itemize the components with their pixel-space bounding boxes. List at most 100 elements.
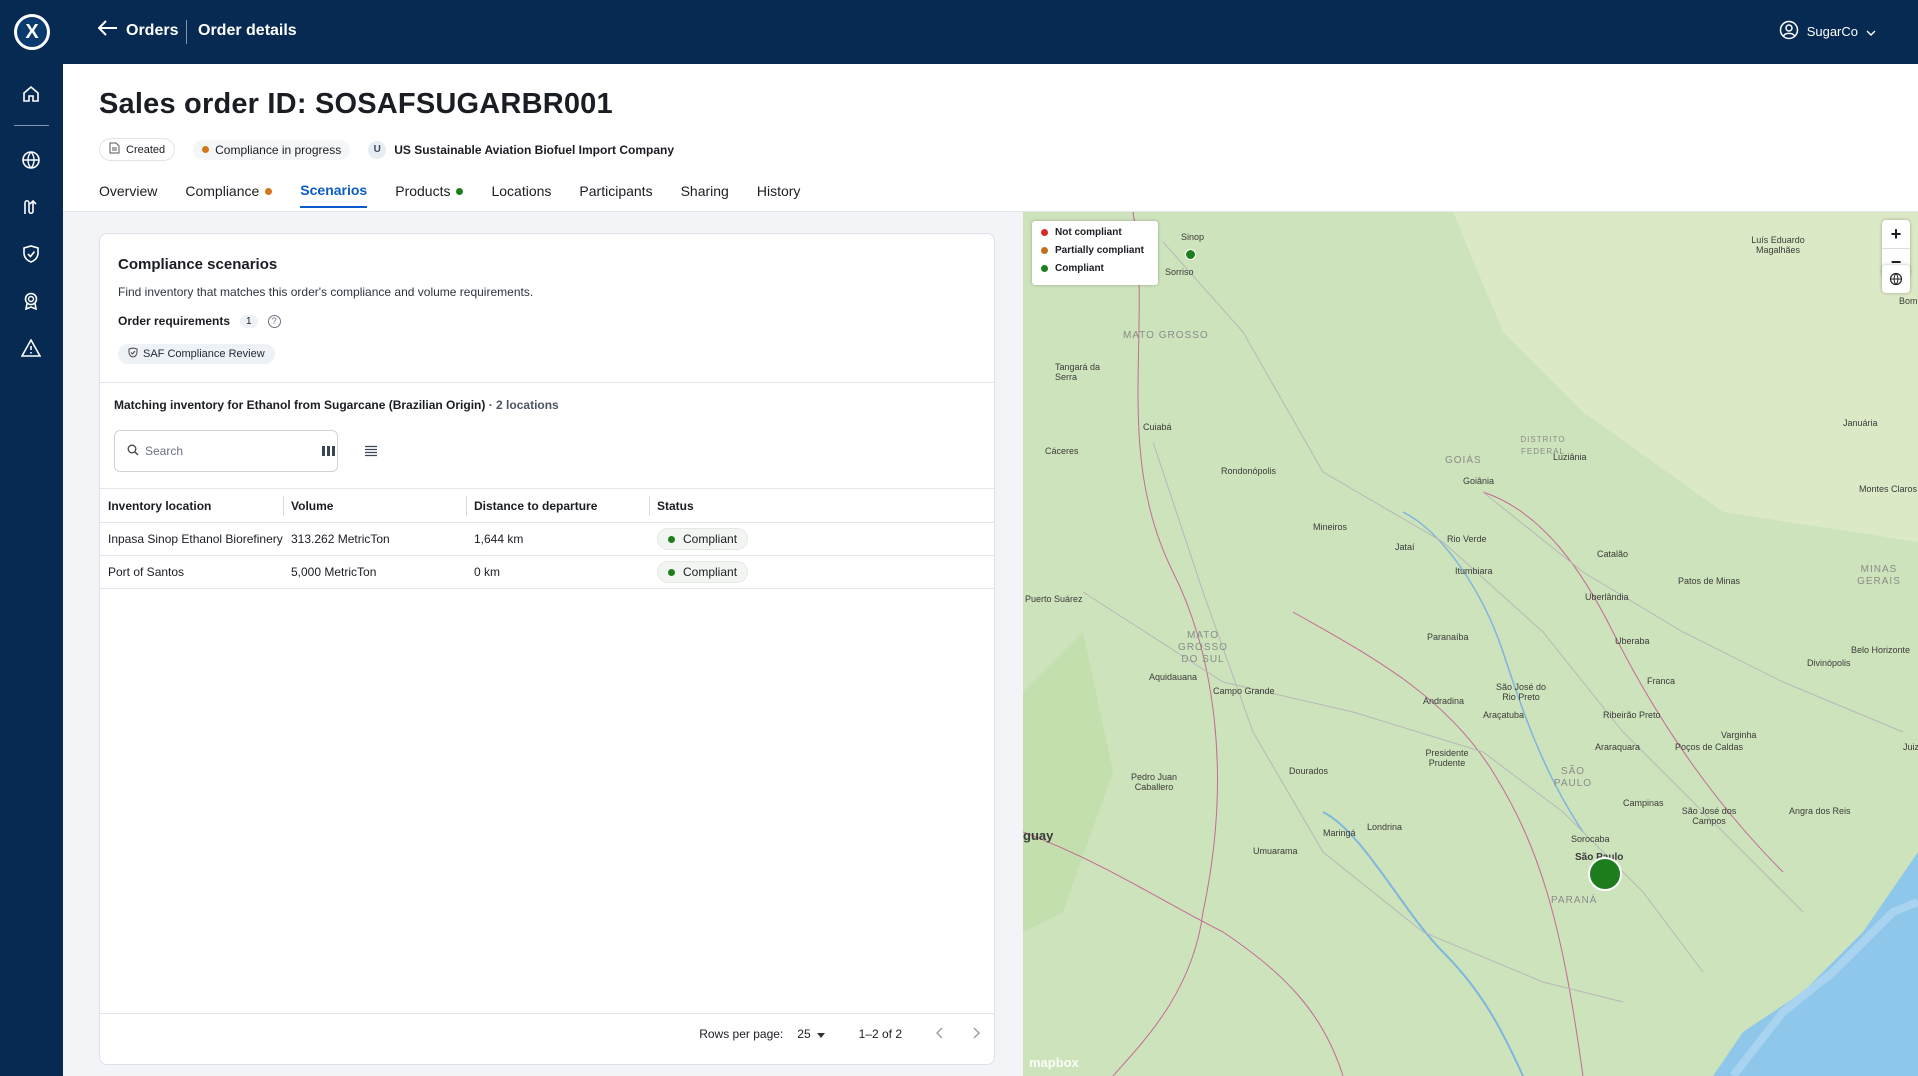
compliance-scenarios-card: Compliance scenarios Find inventory that…: [99, 233, 995, 1065]
map-place-label: Montes Claros: [1859, 484, 1918, 494]
status-dot: [202, 146, 210, 153]
home-icon[interactable]: [18, 81, 44, 107]
map-place-label: Mineiros: [1313, 522, 1348, 532]
column-header[interactable]: Volume: [283, 488, 466, 523]
column-header-label: Volume: [291, 498, 334, 513]
map-place-label: Campo Grande: [1213, 686, 1275, 696]
map-state-label: PARANÁ: [1551, 895, 1598, 906]
page-range: 1–2 of 2: [858, 1027, 902, 1041]
order-status-row: Created Compliance in progress U US Sust…: [99, 138, 674, 161]
list-view-icon[interactable]: [361, 441, 381, 461]
content-area: Compliance scenarios Find inventory that…: [63, 212, 1023, 1076]
search-input[interactable]: Search: [114, 430, 338, 472]
breadcrumb-divider: [186, 20, 187, 44]
map-place-label: Puerto Suárez: [1025, 594, 1083, 604]
status-label: Compliant: [683, 565, 738, 579]
pagination: Rows per page: 25 1–2 of 2: [699, 1026, 981, 1042]
map-place-label: Itumbiara: [1455, 566, 1493, 576]
column-header[interactable]: Status: [649, 488, 994, 523]
tab-label: Scenarios: [300, 182, 368, 198]
map-state-label: GOIÁS: [1445, 455, 1482, 466]
map-place-label: Araraquara: [1595, 742, 1641, 752]
map-place-label: São José do Rio Preto: [1495, 682, 1547, 702]
legend-item: Compliant: [1041, 263, 1149, 274]
back-to-orders-link[interactable]: Orders: [97, 20, 178, 41]
zoom-in-button[interactable]: +: [1882, 220, 1910, 248]
requirement-chip[interactable]: SAF Compliance Review: [118, 344, 275, 364]
status-badge: Compliant: [657, 528, 749, 550]
tab-history[interactable]: History: [757, 182, 801, 208]
route-icon[interactable]: [18, 194, 44, 220]
map-legend: Not compliant Partially compliant Compli…: [1032, 221, 1158, 285]
user-icon: [1779, 20, 1799, 43]
columns-view-icon[interactable]: [319, 441, 339, 461]
legend-label: Compliant: [1055, 263, 1104, 274]
previous-page-icon[interactable]: [935, 1026, 944, 1042]
tab-locations[interactable]: Locations: [491, 182, 551, 208]
app-logo[interactable]: X: [14, 14, 50, 50]
map-place-label: Belo Horizonte: [1851, 645, 1911, 655]
shield-check-icon: [128, 347, 138, 361]
mapbox-attribution[interactable]: mapbox: [1029, 1055, 1079, 1070]
map-place-label: Sorriso: [1165, 267, 1194, 277]
column-header[interactable]: Distance to departure: [466, 488, 649, 523]
tab-products[interactable]: Products: [395, 182, 464, 208]
map-place-label: Januária: [1843, 418, 1878, 428]
column-separator: [283, 496, 284, 516]
map-place-label: Pedro Juan Caballero: [1130, 772, 1178, 792]
tab-scenarios[interactable]: Scenarios: [300, 182, 368, 208]
rows-per-page-value: 25: [797, 1027, 811, 1041]
tab-compliance[interactable]: Compliance: [185, 182, 273, 208]
table-row[interactable]: Inpasa Sinop Ethanol Biorefinery 313.262…: [100, 522, 994, 556]
map-place-label: Poços de Caldas: [1675, 742, 1744, 752]
map-place-label: Tangará da Serra: [1055, 362, 1101, 382]
search-placeholder: Search: [145, 444, 184, 458]
map-state-label: MATO GROSSO: [1123, 330, 1209, 341]
table-row[interactable]: Port of Santos 5,000 MetricTon 0 km Comp…: [100, 555, 994, 589]
map-place-label: Andradina: [1423, 696, 1465, 706]
globe-icon[interactable]: [1882, 265, 1910, 293]
tab-participants[interactable]: Participants: [579, 182, 652, 208]
shield-icon[interactable]: [18, 241, 44, 267]
globe-icon[interactable]: [18, 147, 44, 173]
map-marker-sinop[interactable]: [1185, 249, 1196, 260]
cell-volume: 313.262 MetricTon: [283, 522, 466, 556]
map-place-label: Maringá: [1323, 828, 1356, 838]
map-place-label: Londrina: [1367, 822, 1403, 832]
award-icon[interactable]: [18, 288, 44, 314]
map-place-label: Goiânia: [1463, 476, 1495, 486]
document-icon: [109, 142, 120, 157]
matching-inventory-heading: Matching inventory for Ethanol from Suga…: [114, 398, 559, 412]
map-place-label: Divinópolis: [1807, 658, 1851, 668]
next-page-icon[interactable]: [972, 1026, 981, 1042]
map-place-label: Cuiabá: [1143, 422, 1172, 432]
section-divider: [100, 382, 994, 383]
map-place-label: Rio Verde: [1447, 534, 1487, 544]
map[interactable]: MATO GROSSO GOIÁS DISTRITO FEDERAL MATO …: [1023, 212, 1918, 1076]
map-place-label: Catalão: [1597, 549, 1629, 559]
map-marker-port-of-santos[interactable]: [1588, 857, 1622, 891]
tab-overview[interactable]: Overview: [99, 182, 157, 208]
search-icon: [127, 444, 139, 459]
map-place-label: Uberaba: [1615, 636, 1650, 646]
status-dot: [668, 535, 675, 543]
map-place-label: Uberlândia: [1585, 592, 1629, 602]
rows-per-page-select[interactable]: 25: [797, 1027, 825, 1041]
tab-sharing[interactable]: Sharing: [681, 182, 729, 208]
help-icon[interactable]: ?: [267, 314, 281, 328]
legend-item: Not compliant: [1041, 227, 1149, 238]
map-place-label: Araçatuba: [1483, 710, 1525, 720]
warning-icon[interactable]: [18, 335, 44, 361]
map-place-label: Jataí: [1395, 542, 1415, 552]
legend-dot: [1041, 229, 1048, 236]
tab-bar: Overview Compliance Scenarios Products L…: [99, 182, 828, 208]
column-header[interactable]: Inventory location: [100, 488, 283, 523]
rows-per-page-label: Rows per page:: [699, 1027, 784, 1041]
inventory-table: Inventory location Volume Distance to de…: [100, 488, 994, 589]
map-place-label: São José dos Campos: [1681, 806, 1737, 826]
globe-control: [1882, 265, 1910, 293]
cell-volume: 5,000 MetricTon: [283, 555, 466, 589]
map-place-label: Bom: [1899, 296, 1918, 306]
user-menu[interactable]: SugarCo: [1779, 20, 1876, 43]
table-footer-divider: [100, 1013, 994, 1014]
